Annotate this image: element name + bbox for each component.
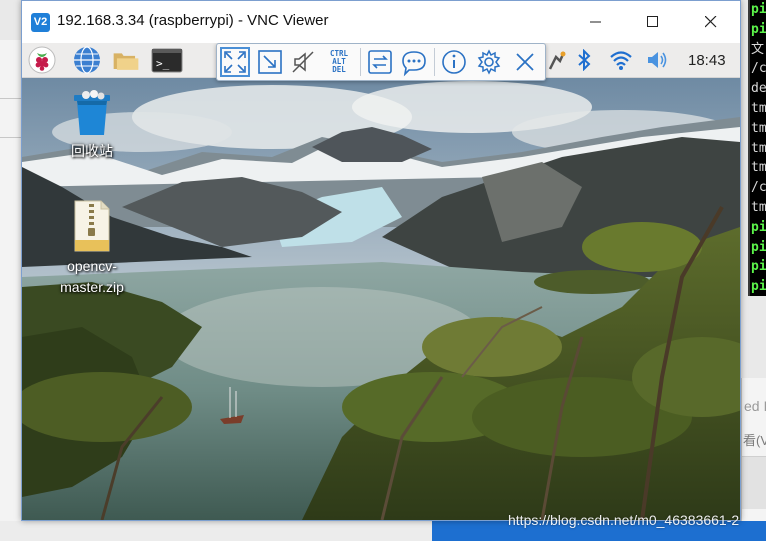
toolbar-separator: [360, 48, 361, 76]
zip-label-line1: opencv-: [67, 258, 117, 274]
fullscreen-button[interactable]: [220, 47, 250, 77]
browser-globe-icon[interactable]: [73, 46, 101, 74]
minimize-button[interactable]: [567, 1, 625, 43]
vnc-viewer-window[interactable]: V2 192.168.3.34 (raspberrypi) - VNC View…: [21, 0, 741, 521]
close-toolbar-icon: [516, 53, 534, 71]
terminal-line: tm: [751, 160, 766, 176]
terminal-line: pi: [751, 279, 766, 295]
title-bar[interactable]: V2 192.168.3.34 (raspberrypi) - VNC View…: [22, 1, 740, 43]
scale-button[interactable]: [255, 47, 285, 77]
vnc-app-icon: V2: [31, 13, 50, 32]
toolbar-separator: [434, 48, 435, 76]
panel-clock[interactable]: 18:43: [688, 52, 726, 69]
scale-icon: [258, 50, 282, 74]
file-manager-folder-icon[interactable]: [112, 46, 140, 74]
terminal-line: pi: [751, 2, 766, 17]
terminal-line: /c: [751, 61, 766, 77]
chat-button[interactable]: [399, 47, 429, 77]
terminal-line: tm: [751, 199, 766, 215]
maximize-button[interactable]: [624, 1, 682, 43]
fullscreen-icon: [224, 51, 246, 73]
close-toolbar-button[interactable]: [510, 47, 540, 77]
terminal-line: pi: [751, 219, 766, 235]
remote-desktop[interactable]: >_ 18:43 CTRL ALT DEL 回收站 opencv- master…: [22, 43, 740, 520]
terminal-icon[interactable]: >_: [151, 46, 183, 74]
zip-label-line2: master.zip: [60, 279, 124, 295]
raspberry-menu-icon[interactable]: [28, 46, 56, 74]
svg-text:>_: >_: [156, 57, 170, 70]
csdn-watermark: https://blog.csdn.net/m0_46383661-2: [508, 512, 740, 528]
dialog-text-1: ed I: [744, 398, 766, 414]
terminal-line: 文: [751, 41, 765, 57]
mute-button[interactable]: [289, 47, 319, 77]
mute-icon: [292, 51, 314, 73]
terminal-line: de: [751, 81, 766, 97]
vnc-toolbar: CTRL ALT DEL: [216, 43, 546, 81]
window-title: 192.168.3.34 (raspberrypi) - VNC Viewer: [57, 12, 329, 29]
terminal-line: tm: [751, 120, 766, 136]
dialog-text-2: 看(V: [743, 433, 766, 448]
minimize-icon: [590, 21, 601, 23]
background-window-edge: [0, 40, 23, 541]
info-button[interactable]: [439, 47, 469, 77]
desktop-icon-opencv-zip[interactable]: opencv- master.zip: [47, 200, 137, 298]
dialog-footer: [742, 456, 766, 509]
trash-label: 回收站: [71, 143, 113, 159]
terminal-line: tm: [751, 140, 766, 156]
terminal-line: tm: [751, 100, 766, 116]
close-icon: [705, 16, 717, 28]
maximize-icon: [647, 16, 658, 27]
file-transfer-button[interactable]: [365, 47, 395, 77]
close-button[interactable]: [682, 1, 740, 43]
terminal-line: pi: [751, 239, 766, 255]
background-window-lines: [0, 98, 22, 138]
file-transfer-icon: [368, 50, 392, 74]
background-terminal[interactable]: pi pi 文/c de tm tm tm tm/c tm pi pi pi pi: [748, 0, 766, 296]
zip-file-icon: [74, 200, 110, 252]
ctrl-alt-del-button[interactable]: CTRL ALT DEL: [324, 47, 354, 77]
vnc-server-icon[interactable]: [546, 49, 568, 71]
info-icon: [442, 50, 466, 74]
settings-button[interactable]: [474, 47, 504, 77]
bluetooth-icon[interactable]: [573, 49, 595, 71]
wifi-icon[interactable]: [610, 49, 632, 71]
terminal-line: pi: [751, 259, 766, 275]
terminal-line: /c: [751, 180, 766, 196]
volume-icon[interactable]: [646, 49, 668, 71]
ctrl-alt-del-icon: CTRL ALT DEL: [329, 49, 349, 74]
desktop-icon-trash[interactable]: 回收站: [52, 89, 132, 162]
background-dialog[interactable]: ed I 看(V: [741, 378, 766, 521]
terminal-line: pi: [751, 21, 766, 37]
settings-gear-icon: [477, 49, 501, 75]
trash-bin-icon: [74, 90, 110, 135]
chat-icon: [402, 51, 426, 77]
